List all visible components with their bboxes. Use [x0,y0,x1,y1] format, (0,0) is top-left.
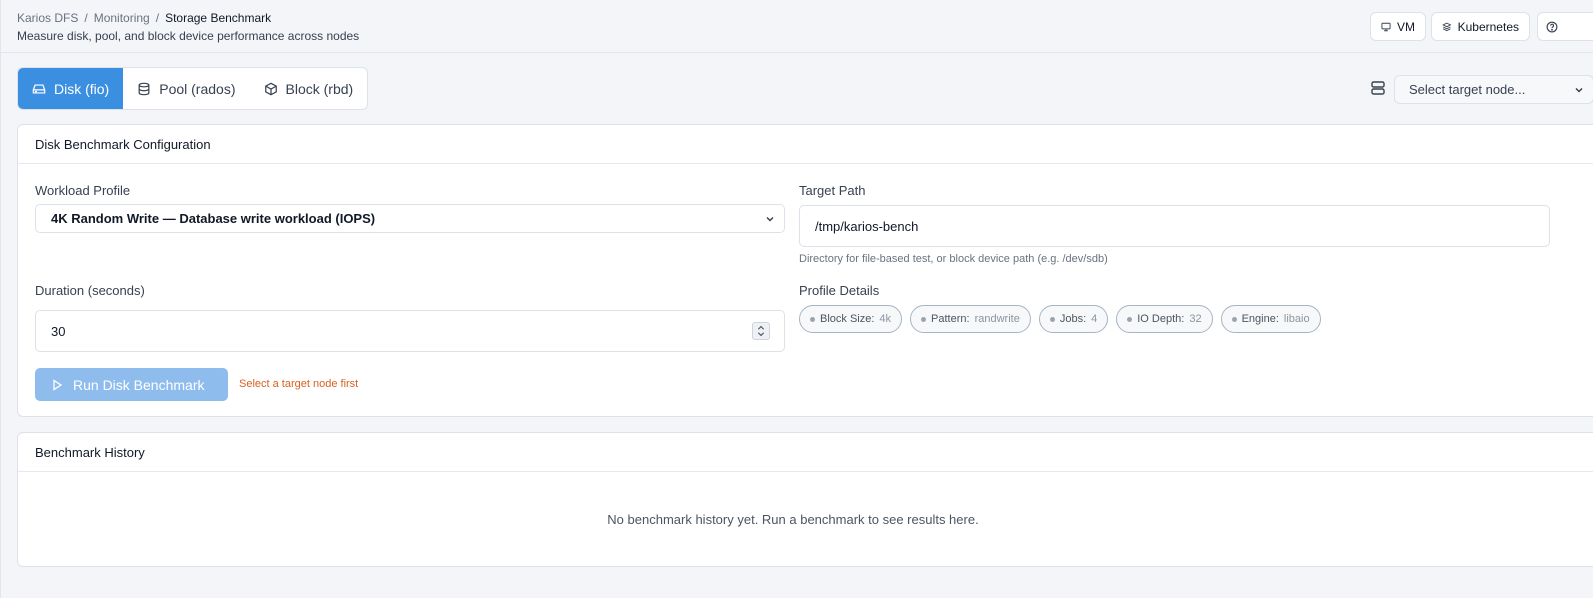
duration-input[interactable]: 30 [35,310,785,352]
box-icon [264,82,277,95]
chip-value: 32 [1189,313,1202,325]
breadcrumb-item-monitoring[interactable]: Monitoring [94,11,150,25]
vm-button[interactable]: VM [1370,12,1426,41]
dot-icon [1231,316,1237,322]
chip-key: IO Depth: [1137,313,1185,325]
breadcrumb-item-karios-dfs[interactable]: Karios DFS [17,11,78,25]
tab-block-rbd[interactable]: Block (rbd) [250,68,368,109]
select-node-warning: Select a target node first [239,378,359,390]
disk-benchmark-config-card: Disk Benchmark Configuration Workload Pr… [17,124,1593,417]
chip-value: libaio [1283,313,1310,325]
breadcrumb-separator: / [155,11,160,25]
chip-io-depth: IO Depth: 32 [1116,305,1213,333]
target-path-label: Target Path [799,183,866,198]
chevron-up-down-icon [757,325,765,337]
dot-icon [1127,316,1133,322]
dot-icon [1049,316,1055,322]
profile-details-label: Profile Details [799,283,880,298]
help-button[interactable] [1537,12,1593,41]
tab-label: Block (rbd) [285,80,354,97]
chip-key: Jobs: [1059,313,1087,325]
page-subtitle: Measure disk, pool, and block device per… [17,29,360,43]
chip-key: Pattern: [931,313,970,325]
chevron-down-icon [1575,87,1583,93]
target-path-input[interactable]: /tmp/karios-bench [799,205,1550,247]
chevron-down-icon [766,216,774,222]
workload-profile-select[interactable]: 4K Random Write — Database write workloa… [35,204,785,233]
play-icon [53,378,63,391]
server-icon [1371,81,1385,95]
breadcrumb: Karios DFS / Monitoring / Storage Benchm… [17,11,271,25]
database-icon [138,82,150,95]
target-node-select-placeholder: Select target node... [1409,82,1526,97]
duration-stepper[interactable] [752,322,770,340]
config-card-title: Disk Benchmark Configuration [18,125,1593,164]
storage-benchmark-page: Karios DFS / Monitoring / Storage Benchm… [0,0,1593,598]
chip-key: Block Size: [820,313,875,325]
benchmark-history-card: Benchmark History No benchmark history y… [17,432,1593,567]
target-node-select[interactable]: Select target node... [1394,75,1593,104]
kubernetes-button[interactable]: Kubernetes [1431,12,1530,41]
help-circle-icon [1546,21,1558,32]
chip-key: Engine: [1241,313,1279,325]
chip-pattern: Pattern: randwrite [910,305,1031,333]
profile-details-chips: Block Size: 4k Pattern: randwrite Jobs: 4 I… [799,305,1321,333]
workload-profile-value: 4K Random Write — Database write workloa… [51,211,376,226]
vm-button-label: VM [1397,19,1415,34]
chip-value: 4k [879,313,892,325]
dot-icon [921,316,927,322]
duration-value: 30 [51,323,66,339]
history-empty-message: No benchmark history yet. Run a benchmar… [607,512,979,527]
benchmark-tabs: Disk (fio) Pool (rados) Block (rbd) [17,67,369,110]
workload-profile-label: Workload Profile [35,183,131,198]
target-path-value: /tmp/karios-bench [815,218,919,234]
chip-block-size: Block Size: 4k [799,305,903,333]
run-disk-benchmark-button[interactable]: Run Disk Benchmark [35,368,228,401]
run-button-label: Run Disk Benchmark [73,376,205,393]
tab-disk-fio[interactable]: Disk (fio) [18,68,124,109]
monitor-icon [1381,22,1391,31]
chip-engine: Engine: libaio [1220,305,1321,333]
hard-drive-icon [32,83,46,94]
kubernetes-button-label: Kubernetes [1457,19,1519,34]
tab-pool-rados[interactable]: Pool (rados) [123,68,249,109]
breadcrumb-separator: / [84,11,88,25]
page-header: Karios DFS / Monitoring / Storage Benchm… [1,0,1593,53]
chip-value: 4 [1091,313,1098,325]
layers-icon [1442,22,1452,31]
target-path-help: Directory for file-based test, or block … [799,253,1108,265]
history-card-title: Benchmark History [18,433,1593,472]
dot-icon [810,316,815,322]
tab-label: Pool (rados) [159,80,236,97]
duration-label: Duration (seconds) [35,283,145,298]
chip-jobs: Jobs: 4 [1038,305,1109,333]
tab-label: Disk (fio) [54,80,110,97]
chip-value: randwrite [974,313,1020,325]
breadcrumb-item-storage-benchmark: Storage Benchmark [165,11,272,25]
